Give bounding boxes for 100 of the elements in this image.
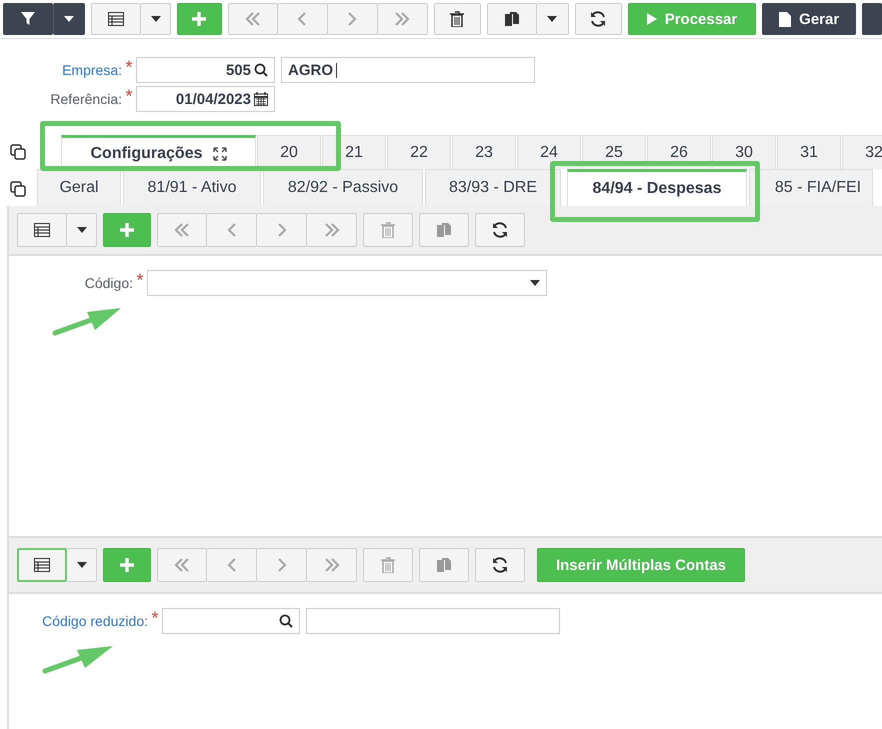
double-chevron-right-icon (324, 223, 340, 237)
field-label: Código reduzido: (41, 613, 148, 629)
play-icon (646, 13, 657, 25)
field-label: Empresa: (61, 62, 122, 78)
reduced-code-field[interactable] (162, 608, 300, 634)
table-icon (108, 12, 124, 26)
caret-icon (547, 16, 558, 22)
required-mark: * (135, 270, 144, 291)
double-chevron-right-icon (394, 12, 410, 26)
company-code-field[interactable]: 505 (136, 57, 275, 83)
grid-view-button[interactable] (91, 3, 141, 35)
tab[interactable]: 24 (517, 135, 581, 169)
view-dropdown-button[interactable] (141, 3, 171, 35)
view-dropdown-button[interactable] (67, 213, 97, 247)
first-button[interactable] (157, 548, 207, 582)
tab[interactable]: Configurações (61, 135, 256, 169)
add-button[interactable] (177, 3, 222, 35)
calendar-icon (254, 92, 268, 106)
account-name-field[interactable] (306, 608, 560, 634)
trash-icon (381, 222, 395, 238)
filter-icon (20, 11, 36, 27)
tab[interactable]: 82/92 - Passivo (263, 169, 423, 206)
add-button[interactable] (103, 548, 151, 582)
tab[interactable]: 22 (387, 135, 451, 169)
tab[interactable]: 21 (322, 135, 386, 169)
last-button[interactable] (307, 548, 357, 582)
search-icon (254, 63, 268, 77)
generate-button[interactable]: Gerar (762, 3, 856, 35)
field-label: Referência: (49, 91, 122, 107)
refresh-icon (491, 221, 509, 239)
refresh-button[interactable] (475, 548, 525, 582)
chevron-left-icon (226, 558, 236, 572)
required-mark: * (124, 57, 134, 78)
refresh-button[interactable] (475, 213, 525, 247)
previous-button[interactable] (207, 213, 257, 247)
required-mark: * (124, 86, 134, 107)
copy-icon (504, 11, 520, 27)
filter-button[interactable] (3, 3, 53, 35)
grid-view-button[interactable] (17, 213, 67, 247)
chevron-left-icon (297, 12, 308, 26)
windows-icon[interactable] (10, 144, 26, 160)
double-chevron-right-icon (324, 558, 340, 572)
plus-icon (119, 557, 135, 573)
tab[interactable]: 81/91 - Ativo (123, 169, 261, 206)
last-button[interactable] (307, 213, 357, 247)
chevron-left-icon (226, 223, 236, 237)
first-button[interactable] (157, 213, 207, 247)
chevron-right-icon (276, 223, 286, 237)
date-field[interactable]: 01/04/2023 (136, 86, 275, 112)
trash-icon (381, 557, 395, 573)
copy-icon (436, 557, 452, 573)
chevron-right-icon (276, 558, 286, 572)
plus-icon (119, 222, 135, 238)
refresh-button[interactable] (574, 3, 622, 35)
double-chevron-left-icon (174, 558, 190, 572)
plus-icon (191, 11, 208, 27)
copy-icon (436, 222, 452, 238)
search-icon (279, 614, 293, 628)
last-button[interactable] (378, 3, 428, 35)
delete-button[interactable] (434, 3, 481, 35)
previous-button[interactable] (207, 548, 257, 582)
refresh-icon (589, 10, 608, 28)
caret-icon (150, 16, 160, 22)
trash-icon (450, 11, 464, 27)
field-label: Código: (84, 275, 133, 291)
copy-dropdown-button[interactable] (536, 3, 569, 35)
tab[interactable]: 20 (257, 135, 321, 169)
view-dropdown-button[interactable] (67, 548, 97, 582)
windows-icon[interactable] (10, 181, 26, 197)
tab[interactable]: 32 (842, 135, 882, 169)
next-button[interactable] (257, 548, 307, 582)
add-button[interactable] (103, 213, 151, 247)
document-icon (779, 12, 792, 26)
double-chevron-left-icon (244, 12, 261, 26)
caret-icon (64, 16, 74, 22)
caret-icon (530, 280, 540, 286)
company-name-field[interactable]: AGRO (281, 57, 535, 83)
caret-icon (76, 562, 86, 568)
chevron-right-icon (347, 12, 358, 26)
tab[interactable]: Geral (37, 169, 121, 206)
filter-dropdown-button[interactable] (53, 3, 85, 35)
expand-icon (212, 146, 226, 160)
tab[interactable]: 84/94 - Despesas (567, 169, 747, 206)
tab[interactable]: 23 (452, 135, 516, 169)
copy-button[interactable] (486, 3, 537, 35)
code-select[interactable] (147, 270, 547, 296)
tab[interactable]: 83/93 - DRE (425, 169, 561, 206)
table-icon (34, 223, 50, 237)
tab[interactable]: 85 - FIA/FEI (749, 169, 873, 206)
double-chevron-left-icon (174, 223, 190, 237)
next-button[interactable] (257, 213, 307, 247)
grid-view-button[interactable] (17, 548, 67, 582)
previous-button[interactable] (278, 3, 328, 35)
first-button[interactable] (228, 3, 278, 35)
refresh-icon (491, 556, 509, 574)
tab[interactable]: 31 (777, 135, 841, 169)
next-button[interactable] (328, 3, 378, 35)
caret-icon (76, 227, 86, 233)
table-icon (34, 558, 50, 572)
required-mark: * (150, 608, 160, 629)
